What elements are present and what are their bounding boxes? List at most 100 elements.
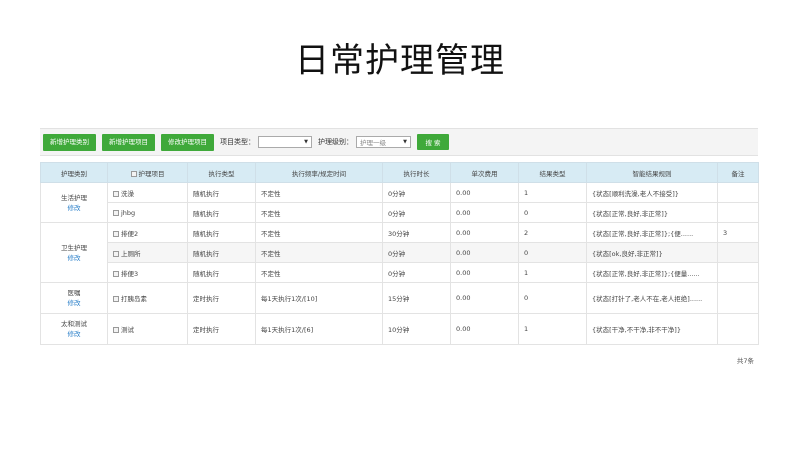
category-cell: 医嘱 修改 bbox=[40, 282, 108, 314]
header-fee: 单次费用 bbox=[450, 162, 519, 183]
result-type: 1 bbox=[518, 182, 587, 203]
row-checkbox[interactable] bbox=[113, 270, 119, 277]
item-name: 排便2 bbox=[121, 229, 139, 238]
frequency: 不定性 bbox=[255, 262, 383, 283]
item-type-label: 项目类型： bbox=[220, 138, 255, 146]
header-item[interactable]: 护理项目 bbox=[107, 162, 188, 183]
header-result-type: 结果类型 bbox=[518, 162, 587, 183]
frequency: 每1天执行1次/[6] bbox=[255, 313, 383, 345]
add-item-button[interactable]: 新增护理项目 bbox=[102, 133, 155, 151]
result-type: 2 bbox=[518, 222, 587, 243]
result-type: 0 bbox=[518, 202, 587, 223]
exec-type: 定时执行 bbox=[187, 313, 256, 345]
level-select[interactable]: 护理一级 ▼ bbox=[356, 136, 411, 148]
category-name: 生活护理 bbox=[61, 193, 87, 202]
exec-type: 随机执行 bbox=[187, 222, 256, 243]
fee: 0.00 bbox=[450, 182, 519, 203]
table-header-row: 护理类别 护理项目 执行类型 执行频率/规定时间 执行时长 单次费用 结果类型 … bbox=[40, 162, 759, 183]
category-cell: 太和测试 修改 bbox=[40, 313, 108, 345]
category-name: 医嘱 bbox=[67, 289, 81, 297]
duration: 30分钟 bbox=[382, 222, 451, 243]
item-cell[interactable]: 排便2 bbox=[107, 222, 188, 243]
fee: 0.00 bbox=[450, 222, 519, 243]
item-name: 测试 bbox=[121, 326, 134, 334]
frequency: 每1天执行1次/[10] bbox=[255, 282, 383, 314]
exec-type: 随机执行 bbox=[187, 182, 256, 203]
nursing-table: 护理类别 护理项目 执行类型 执行频率/规定时间 执行时长 单次费用 结果类型 … bbox=[40, 162, 759, 345]
header-note: 备注 bbox=[717, 162, 759, 183]
duration: 0分钟 bbox=[382, 182, 451, 203]
exec-type: 随机执行 bbox=[187, 202, 256, 223]
rule: {状态[正常,良好,非正常]} bbox=[586, 202, 718, 223]
rule: {状态[正常,良好,非正常]};{便量...... bbox=[586, 262, 718, 283]
exec-type: 随机执行 bbox=[187, 242, 256, 263]
rule: {状态[干净,不干净,非不干净]} bbox=[586, 313, 718, 345]
item-name: 洗澡 bbox=[121, 189, 134, 198]
chevron-down-icon: ▼ bbox=[403, 139, 407, 145]
edit-category-link[interactable]: 修改 bbox=[42, 329, 107, 339]
result-type: 1 bbox=[518, 313, 587, 345]
add-category-button[interactable]: 新增护理类别 bbox=[43, 133, 96, 151]
result-type: 1 bbox=[518, 262, 587, 283]
header-category: 护理类别 bbox=[40, 162, 108, 183]
item-type-select[interactable]: ▼ bbox=[258, 136, 312, 148]
category-name: 卫生护理 bbox=[61, 243, 87, 252]
item-cell[interactable]: 测试 bbox=[107, 313, 188, 345]
note bbox=[717, 202, 759, 223]
exec-type: 定时执行 bbox=[187, 282, 256, 314]
frequency: 不定性 bbox=[255, 242, 383, 263]
note bbox=[717, 313, 759, 345]
fee: 0.00 bbox=[450, 313, 519, 345]
item-cell[interactable]: 洗澡 bbox=[107, 182, 188, 203]
frequency: 不定性 bbox=[255, 182, 383, 203]
note bbox=[717, 182, 759, 203]
header-exec-type: 执行类型 bbox=[187, 162, 256, 183]
table-row: jhbg 随机执行 不定性 0分钟 0.00 0 {状态[正常,良好,非正常]} bbox=[41, 202, 759, 223]
table-row: 生活护理 修改 洗澡 随机执行 不定性 0分钟 0.00 1 {状态[顺利洗澡,… bbox=[40, 182, 759, 223]
item-cell[interactable]: jhbg bbox=[107, 202, 188, 223]
fee: 0.00 bbox=[450, 262, 519, 283]
fee: 0.00 bbox=[450, 202, 519, 223]
item-cell[interactable]: 上厕所 bbox=[107, 242, 188, 263]
level-value: 护理一级 bbox=[360, 139, 386, 147]
row-checkbox[interactable] bbox=[113, 250, 119, 257]
rule: {状态[ok,良好,非正常]} bbox=[586, 242, 718, 263]
item-name: 上厕所 bbox=[121, 249, 141, 258]
duration: 0分钟 bbox=[382, 242, 451, 263]
header-item-label: 护理项目 bbox=[138, 169, 165, 178]
search-button[interactable]: 搜 索 bbox=[417, 134, 449, 150]
table-row: 医嘱 修改 打胰岛素 定时执行 每1天执行1次/[10] 15分钟 0.00 0… bbox=[40, 282, 759, 314]
table-row: 上厕所 随机执行 不定性 0分钟 0.00 0 {状态[ok,良好,非正常]} bbox=[41, 242, 759, 263]
row-checkbox[interactable] bbox=[113, 190, 119, 197]
rule: {状态[打针了,老人不在,老人拒绝]...... bbox=[586, 282, 718, 314]
note bbox=[717, 262, 759, 283]
exec-type: 随机执行 bbox=[187, 262, 256, 283]
rule: {状态[正常,良好,非正常]};{便...... bbox=[586, 222, 718, 243]
table-row: 排便3 随机执行 不定性 0分钟 0.00 1 {状态[正常,良好,非正常]};… bbox=[41, 262, 759, 283]
duration: 10分钟 bbox=[382, 313, 451, 345]
item-name: 排便3 bbox=[121, 269, 139, 278]
note: 3 bbox=[717, 222, 759, 243]
row-checkbox[interactable] bbox=[113, 209, 119, 216]
header-rule: 智能结果规则 bbox=[586, 162, 718, 183]
header-frequency: 执行频率/规定时间 bbox=[255, 162, 383, 183]
result-type: 0 bbox=[518, 282, 587, 314]
table-row: 太和测试 修改 测试 定时执行 每1天执行1次/[6] 10分钟 0.00 1 … bbox=[40, 313, 759, 345]
edit-category-link[interactable]: 修改 bbox=[42, 203, 107, 213]
note bbox=[717, 282, 759, 314]
edit-item-button[interactable]: 修改护理项目 bbox=[161, 133, 214, 151]
chevron-down-icon: ▼ bbox=[304, 139, 308, 145]
item-cell[interactable]: 打胰岛素 bbox=[107, 282, 188, 314]
edit-category-link[interactable]: 修改 bbox=[42, 253, 107, 263]
edit-category-link[interactable]: 修改 bbox=[42, 298, 107, 308]
frequency: 不定性 bbox=[255, 222, 383, 243]
rule: {状态[顺利洗澡,老人不接受]} bbox=[586, 182, 718, 203]
row-checkbox[interactable] bbox=[113, 296, 119, 302]
item-name: 打胰岛素 bbox=[121, 295, 147, 303]
frequency: 不定性 bbox=[255, 202, 383, 223]
duration: 15分钟 bbox=[382, 282, 451, 314]
row-checkbox[interactable] bbox=[113, 327, 119, 333]
select-all-checkbox[interactable] bbox=[130, 170, 137, 177]
item-cell[interactable]: 排便3 bbox=[107, 262, 188, 283]
row-checkbox[interactable] bbox=[113, 230, 119, 237]
